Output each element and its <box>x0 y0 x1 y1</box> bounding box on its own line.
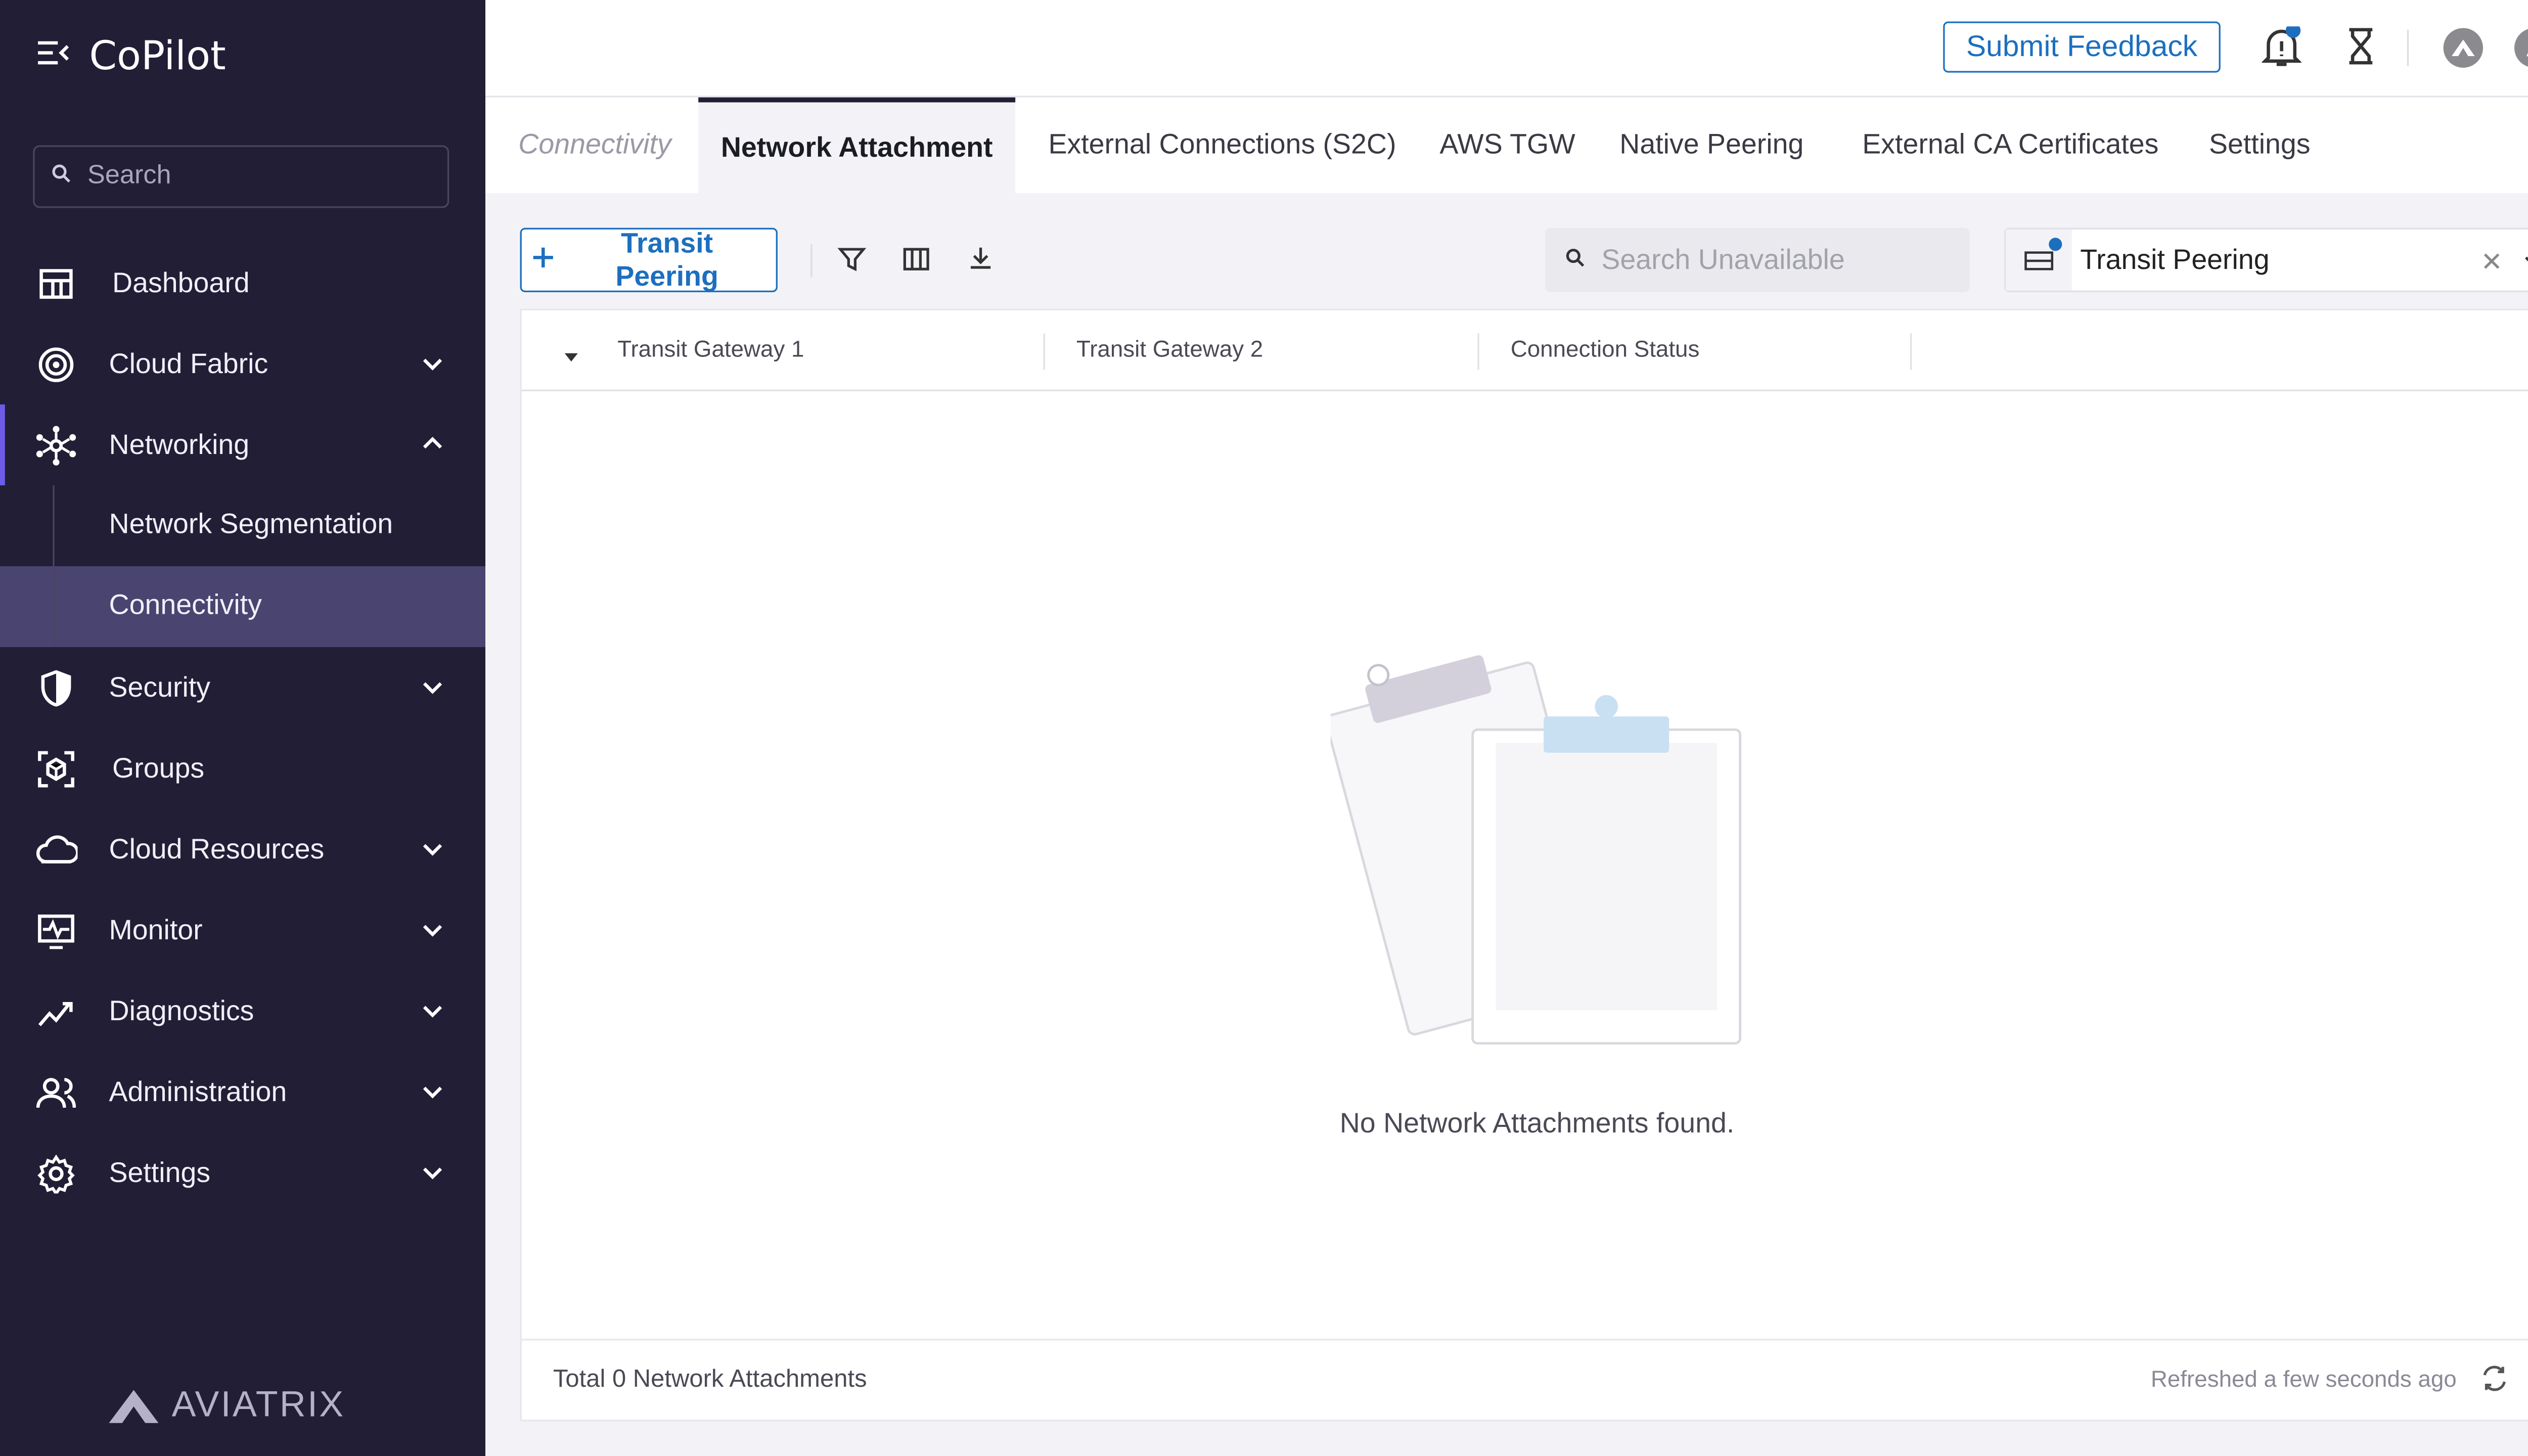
chevron-down-icon[interactable] <box>419 835 445 861</box>
sidebar-item-label: Cloud Fabric <box>109 347 268 379</box>
sidebar-item-settings[interactable]: Settings <box>0 1132 485 1213</box>
sidebar-item-label: Settings <box>109 1156 211 1188</box>
sidebar-item-dashboard[interactable]: Dashboard <box>0 243 485 324</box>
chevron-down-icon[interactable] <box>419 673 445 700</box>
toolbar-divider <box>810 244 812 278</box>
column-resizer[interactable] <box>1043 333 1045 370</box>
tab-external-connections[interactable]: External Connections (S2C) <box>1048 98 1396 193</box>
sidebar-item-label: Diagnostics <box>109 994 254 1026</box>
sidebar-item-cloud-resources[interactable]: Cloud Resources <box>0 809 485 890</box>
search-icon <box>51 162 71 192</box>
hourglass-icon[interactable] <box>2344 26 2384 69</box>
sidebar-search[interactable] <box>33 145 449 208</box>
sidebar-subitem-label: Network Segmentation <box>109 508 393 540</box>
sidebar-item-groups[interactable]: Groups <box>0 728 485 809</box>
sidebar-item-administration[interactable]: Administration <box>0 1052 485 1132</box>
diagnostics-icon <box>35 990 78 1033</box>
table-search[interactable] <box>1545 228 1970 292</box>
submit-feedback-button[interactable]: Submit Feedback <box>1943 21 2221 73</box>
columns-icon[interactable] <box>901 244 934 277</box>
filter-icon[interactable] <box>837 244 870 277</box>
sidebar-item-label: Monitor <box>109 914 203 945</box>
administration-icon <box>35 1071 78 1114</box>
empty-clipboard-illustration <box>1325 634 1760 1055</box>
empty-state-message: No Network Attachments found. <box>1339 1108 1735 1140</box>
view-select[interactable]: Transit Peering ✕ <box>2004 228 2528 292</box>
table-header: Transit Gateway 1 Transit Gateway 2 Conn… <box>521 310 2528 391</box>
sidebar-item-diagnostics[interactable]: Diagnostics <box>0 971 485 1052</box>
topbar-divider <box>2407 29 2409 66</box>
chevron-down-icon[interactable] <box>419 1078 445 1104</box>
sidebar-item-monitor[interactable]: Monitor <box>0 890 485 971</box>
chevron-down-icon[interactable] <box>419 350 445 376</box>
sidebar-item-label: Dashboard <box>112 266 250 298</box>
refresh-icon[interactable] <box>2479 1363 2512 1396</box>
network-attachment-table: Transit Gateway 1 Transit Gateway 2 Conn… <box>520 308 2528 1422</box>
table-search-input[interactable] <box>1598 242 1968 279</box>
cloud-fabric-icon <box>35 343 78 386</box>
breadcrumb[interactable]: Connectivity <box>518 98 671 193</box>
brand: CoPilot <box>36 33 226 79</box>
sidebar-item-label: Groups <box>112 752 205 784</box>
table-footer: Total 0 Network Attachments Refreshed a … <box>521 1339 2528 1420</box>
tab-network-attachment[interactable]: Network Attachment <box>698 97 1016 194</box>
sidebar-item-cloud-fabric[interactable]: Cloud Fabric <box>0 324 485 404</box>
app-title: CoPilot <box>89 33 226 79</box>
chevron-down-icon[interactable] <box>419 997 445 1023</box>
aviatrix-account-icon[interactable] <box>2443 28 2484 68</box>
gear-icon <box>35 1152 78 1195</box>
menu-collapse-icon[interactable] <box>36 37 69 75</box>
column-header-transit-gateway-1[interactable]: Transit Gateway 1 <box>617 335 804 361</box>
sidebar-subitem-network-segmentation[interactable]: Network Segmentation <box>0 485 485 566</box>
chevron-down-icon[interactable] <box>2522 249 2528 269</box>
groups-icon <box>35 748 78 791</box>
sidebar: CoPilot Dashboard Cloud Fabric Networkin… <box>0 0 485 1456</box>
cloud-icon <box>35 829 78 872</box>
sidebar-item-label: Administration <box>109 1075 287 1107</box>
add-button-label: Transit Peering <box>615 226 718 292</box>
sidebar-search-input[interactable] <box>84 160 438 194</box>
chevron-down-icon[interactable] <box>419 1159 445 1185</box>
bell-icon[interactable] <box>2261 23 2303 69</box>
user-avatar[interactable]: A <box>2514 28 2528 68</box>
total-count: Total 0 Network Attachments <box>553 1365 867 1393</box>
monitor-icon <box>35 909 78 952</box>
expand-all-caret-icon[interactable] <box>563 343 579 362</box>
top-bar: Submit Feedback A <box>485 0 2528 98</box>
tab-settings[interactable]: Settings <box>2209 98 2311 193</box>
column-header-connection-status[interactable]: Connection Status <box>1511 335 1700 361</box>
active-indicator-dot <box>2049 238 2062 251</box>
sidebar-item-networking[interactable]: Networking <box>0 404 485 485</box>
tab-bar: Connectivity Network Attachment External… <box>485 97 2528 194</box>
sidebar-item-label: Security <box>109 671 211 703</box>
list-view-icon <box>2006 229 2072 291</box>
aviatrix-logo-text: AVIATRIX <box>171 1383 345 1425</box>
column-header-transit-gateway-2[interactable]: Transit Gateway 2 <box>1076 335 1263 361</box>
shield-icon <box>35 667 78 710</box>
sidebar-item-security[interactable]: Security <box>0 647 485 728</box>
search-icon <box>1565 245 1585 275</box>
sidebar-item-label: Cloud Resources <box>109 833 325 864</box>
chevron-down-icon[interactable] <box>419 916 445 942</box>
refreshed-status: Refreshed a few seconds ago <box>2150 1365 2457 1392</box>
view-select-value: Transit Peering <box>2080 244 2270 276</box>
sidebar-subitem-label: Connectivity <box>109 589 262 621</box>
tab-external-ca-certificates[interactable]: External CA Certificates <box>1862 98 2158 193</box>
clear-icon[interactable]: ✕ <box>2480 246 2503 279</box>
dashboard-icon <box>35 262 78 305</box>
tab-aws-tgw[interactable]: AWS TGW <box>1439 98 1575 193</box>
chevron-up-icon[interactable] <box>419 431 445 457</box>
networking-icon <box>35 424 78 467</box>
sidebar-nav: Dashboard Cloud Fabric Networking Networ… <box>0 243 485 1213</box>
tab-native-peering[interactable]: Native Peering <box>1619 98 1803 193</box>
column-resizer[interactable] <box>1910 333 1912 370</box>
sidebar-item-label: Networking <box>109 428 250 460</box>
download-icon[interactable] <box>966 244 999 277</box>
add-transit-peering-button[interactable]: Transit Peering <box>520 226 778 292</box>
aviatrix-logo: AVIATRIX <box>106 1383 345 1426</box>
plus-icon <box>531 244 555 277</box>
sidebar-subitem-connectivity[interactable]: Connectivity <box>0 566 485 647</box>
column-resizer[interactable] <box>1477 333 1479 370</box>
